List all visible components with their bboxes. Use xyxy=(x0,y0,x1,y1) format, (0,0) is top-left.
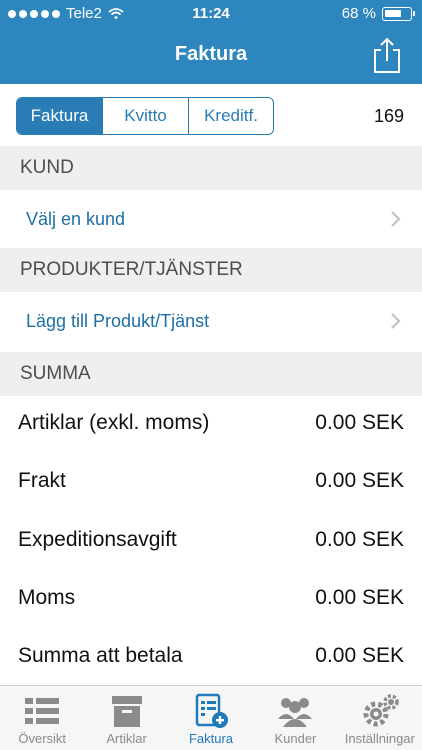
tab-kunder[interactable]: Kunder xyxy=(253,686,337,750)
tab-label: Faktura xyxy=(188,731,234,746)
share-icon[interactable] xyxy=(372,36,402,74)
summary-label: Summa att betala xyxy=(18,644,183,667)
summary-label: Expeditionsavgift xyxy=(18,528,177,551)
tab-label: Översikt xyxy=(18,731,67,746)
summary-value: 0.00 SEK xyxy=(315,411,404,434)
summary-row-fee: Expeditionsavgift 0.00 SEK xyxy=(0,511,422,569)
chevron-right-icon xyxy=(391,313,401,329)
tab-oversikt[interactable]: Översikt xyxy=(0,686,84,750)
document-type-segmented-control: Faktura Kvitto Kreditf. xyxy=(16,97,274,135)
segment-kvitto[interactable]: Kvitto xyxy=(103,98,189,134)
choose-customer-label: Välj en kund xyxy=(26,208,126,229)
status-right: 68 % xyxy=(341,5,415,22)
page-title: Faktura xyxy=(174,43,248,65)
tab-bar: Översikt Artiklar Faktura Kunder Inställ… xyxy=(0,685,422,750)
add-product-row[interactable]: Lägg till Produkt/Tjänst xyxy=(0,292,422,350)
summary-row-shipping: Frakt 0.00 SEK xyxy=(0,452,422,510)
tab-installningar[interactable]: Inställningar xyxy=(338,686,422,750)
document-type-row: Faktura Kvitto Kreditf. 169 xyxy=(0,84,422,146)
summary-label: Moms xyxy=(18,586,76,609)
section-header-products: PRODUKTER/TJÄNSTER xyxy=(0,248,422,292)
tab-label: Inställningar xyxy=(344,731,415,746)
people-icon xyxy=(278,698,313,727)
summary-row-total: Summa att betala 0.00 SEK xyxy=(0,627,422,685)
tab-artiklar[interactable]: Artiklar xyxy=(84,686,168,750)
status-bar: Tele2 11:24 68 % xyxy=(0,0,422,28)
invoice-add-icon xyxy=(195,693,229,728)
section-header-summary: SUMMA xyxy=(0,352,422,396)
summary-label: Artiklar (exkl. moms) xyxy=(18,411,210,434)
chevron-right-icon xyxy=(391,211,401,227)
summary-value: 0.00 SEK xyxy=(315,644,404,667)
summary-row-vat: Moms 0.00 SEK xyxy=(0,569,422,627)
tab-faktura[interactable]: Faktura xyxy=(169,686,253,750)
battery-icon xyxy=(382,6,415,21)
summary-row-items: Artiklar (exkl. moms) 0.00 SEK xyxy=(0,394,422,452)
battery-percent: 68 % xyxy=(341,5,376,22)
box-icon xyxy=(111,696,142,727)
summary-value: 0.00 SEK xyxy=(315,469,404,492)
segment-kreditfaktura[interactable]: Kreditf. xyxy=(189,98,273,134)
summary-value: 0.00 SEK xyxy=(315,586,404,609)
segment-faktura[interactable]: Faktura xyxy=(17,98,103,134)
tab-label: Artiklar xyxy=(106,731,147,746)
section-header-customer: KUND xyxy=(0,146,422,190)
summary-value: 0.00 SEK xyxy=(315,528,404,551)
add-product-label: Lägg till Produkt/Tjänst xyxy=(26,310,210,331)
invoice-number[interactable]: 169 xyxy=(374,106,404,127)
tab-label: Kunder xyxy=(274,731,317,746)
list-icon xyxy=(25,698,60,724)
choose-customer-row[interactable]: Välj en kund xyxy=(0,190,422,248)
nav-bar: Faktura xyxy=(0,28,422,84)
summary-label: Frakt xyxy=(18,469,66,492)
gears-icon xyxy=(363,694,399,727)
